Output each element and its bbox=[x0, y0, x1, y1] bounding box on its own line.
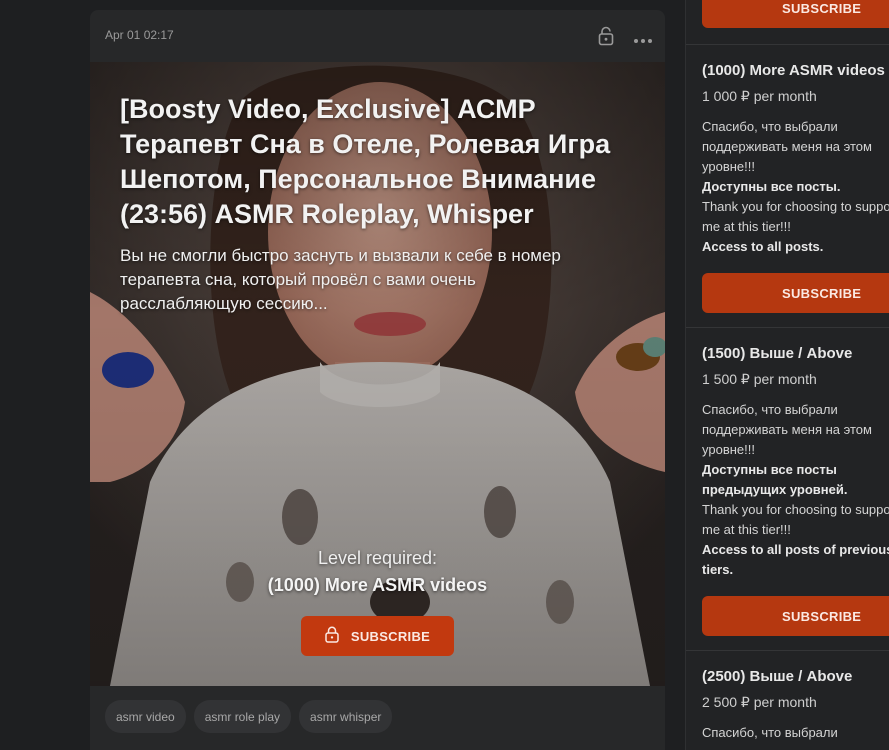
subscribe-button[interactable]: SUBSCRIBE bbox=[702, 273, 889, 313]
subscribe-button[interactable]: SUBSCRIBE bbox=[702, 596, 889, 636]
tier-desc-line: Thank you for choosing to support me at … bbox=[702, 502, 889, 537]
tier-price: 2 500 ₽ per month bbox=[702, 694, 817, 710]
tier-desc-line: Спасибо, что выбрали bbox=[702, 725, 838, 740]
page: Apr 01 02:17 [Boosty Video, Exclusive] А… bbox=[0, 0, 889, 750]
post-card: Apr 01 02:17 [Boosty Video, Exclusive] А… bbox=[90, 10, 665, 750]
divider bbox=[686, 650, 889, 651]
tier-desc-line: Access to all posts of previous tiers. bbox=[702, 542, 889, 577]
subscription-tiers-sidebar: SUBSCRIBE (1000) More ASMR videos 1 000 … bbox=[685, 0, 889, 750]
tier-price: 1 500 ₽ per month bbox=[702, 371, 817, 387]
divider bbox=[686, 44, 889, 45]
tier-desc-line: Доступны все посты предыдущих уровней. bbox=[702, 462, 848, 497]
lock-icon[interactable] bbox=[598, 26, 614, 46]
subscribe-button[interactable]: SUBSCRIBE bbox=[702, 0, 889, 28]
tag[interactable]: asmr video bbox=[105, 700, 186, 733]
tier-description: Спасибо, что выбрали bbox=[702, 723, 889, 743]
tier-desc-line: Доступны все посты. bbox=[702, 179, 841, 194]
tag[interactable]: asmr whisper bbox=[299, 700, 393, 733]
tier-card: (1500) Выше / Above 1 500 ₽ per month Сп… bbox=[702, 345, 889, 580]
tier-name: (1500) Выше / Above bbox=[702, 345, 853, 362]
post-title: [Boosty Video, Exclusive] АСМР Терапевт … bbox=[120, 94, 611, 229]
tier-desc-line: Спасибо, что выбрали поддерживать меня н… bbox=[702, 119, 872, 174]
level-required-name: (1000) More ASMR videos bbox=[267, 575, 488, 595]
tier-desc-line: Спасибо, что выбрали поддерживать меня н… bbox=[702, 402, 872, 457]
tag-list: asmr video asmr role play asmr whisper bbox=[105, 700, 393, 733]
tier-card: (2500) Выше / Above 2 500 ₽ per month Сп… bbox=[702, 668, 889, 743]
tier-price: 1 000 ₽ per month bbox=[702, 88, 817, 104]
tier-name: (2500) Выше / Above bbox=[702, 668, 853, 685]
post-header: Apr 01 02:17 bbox=[90, 10, 665, 62]
tier-card: (1000) More ASMR videos 1 000 ₽ per mont… bbox=[702, 62, 889, 257]
lock-icon bbox=[325, 626, 339, 646]
subscribe-button-label: SUBSCRIBE bbox=[350, 628, 431, 644]
level-required-label: Level required: bbox=[317, 548, 438, 568]
tier-description: Спасибо, что выбрали поддерживать меня н… bbox=[702, 117, 889, 257]
tier-desc-line: Access to all posts. bbox=[702, 239, 824, 254]
tier-description: Спасибо, что выбрали поддерживать меня н… bbox=[702, 400, 889, 580]
divider bbox=[686, 327, 889, 328]
tag[interactable]: asmr role play bbox=[193, 700, 292, 733]
post-date: Apr 01 02:17 bbox=[105, 28, 174, 42]
more-dots-icon[interactable] bbox=[633, 32, 653, 43]
tier-name: (1000) More ASMR videos bbox=[702, 62, 885, 79]
post-teaser: Вы не смогли быстро заснуть и вызвали к … bbox=[120, 246, 561, 313]
tier-desc-line: Thank you for choosing to support me at … bbox=[702, 199, 889, 234]
subscribe-button[interactable]: SUBSCRIBE bbox=[301, 616, 454, 656]
post-media-preview[interactable]: [Boosty Video, Exclusive] АСМР Терапевт … bbox=[90, 62, 665, 686]
